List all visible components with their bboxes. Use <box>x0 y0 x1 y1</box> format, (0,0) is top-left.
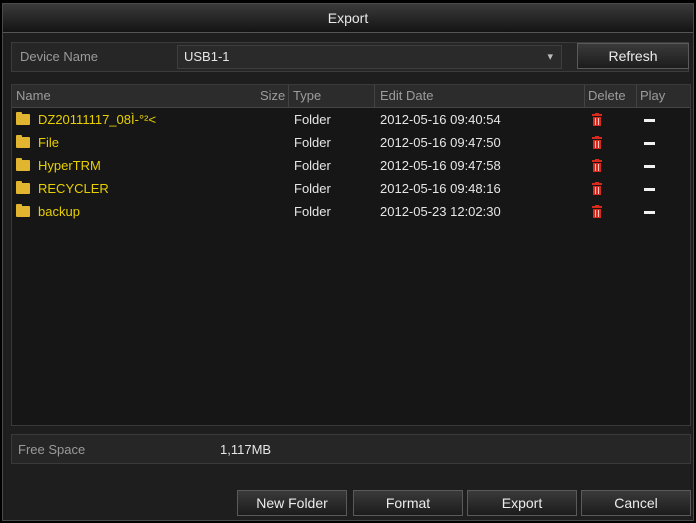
folder-icon <box>16 135 30 148</box>
file-list-header: Name Size Type Edit Date Delete Play <box>12 85 690 108</box>
column-delete: Delete <box>588 88 626 103</box>
file-name: RECYCLER <box>38 181 109 196</box>
export-button[interactable]: Export <box>467 490 577 516</box>
trash-icon[interactable] <box>592 113 602 126</box>
file-type: Folder <box>294 135 331 150</box>
device-select-value: USB1-1 <box>184 49 230 64</box>
table-row[interactable]: RECYCLER Folder 2012-05-16 09:48:16 <box>12 178 690 200</box>
column-name[interactable]: Name <box>16 88 51 103</box>
file-name: HyperTRM <box>38 158 101 173</box>
column-divider <box>636 85 637 107</box>
column-edit-date[interactable]: Edit Date <box>380 88 433 103</box>
refresh-button[interactable]: Refresh <box>577 43 689 69</box>
cancel-button[interactable]: Cancel <box>581 490 691 516</box>
device-name-label: Device Name <box>20 49 99 64</box>
file-type: Folder <box>294 181 331 196</box>
table-row[interactable]: HyperTRM Folder 2012-05-16 09:47:58 <box>12 155 690 177</box>
dialog-title: Export <box>3 4 693 33</box>
file-edit-date: 2012-05-16 09:40:54 <box>380 112 501 127</box>
file-edit-date: 2012-05-16 09:48:16 <box>380 181 501 196</box>
file-list: Name Size Type Edit Date Delete Play DZ2… <box>11 84 691 426</box>
file-name: DZ20111117_08Ì-°²< <box>38 112 157 127</box>
column-divider <box>374 85 375 107</box>
file-name: backup <box>38 204 80 219</box>
file-edit-date: 2012-05-16 09:47:58 <box>380 158 501 173</box>
export-dialog: Export Device Name USB1-1 ▾ Refresh Name… <box>2 3 694 521</box>
table-row[interactable]: backup Folder 2012-05-23 12:02:30 <box>12 201 690 223</box>
new-folder-button[interactable]: New Folder <box>237 490 347 516</box>
folder-icon <box>16 181 30 194</box>
column-type[interactable]: Type <box>293 88 321 103</box>
table-row[interactable]: DZ20111117_08Ì-°²< Folder 2012-05-16 09:… <box>12 109 690 131</box>
folder-icon <box>16 158 30 171</box>
play-disabled-icon <box>644 188 655 191</box>
table-row[interactable]: File Folder 2012-05-16 09:47:50 <box>12 132 690 154</box>
chevron-down-icon: ▾ <box>547 51 553 63</box>
column-size[interactable]: Size <box>260 88 285 103</box>
free-space-label: Free Space <box>18 442 86 457</box>
trash-icon[interactable] <box>592 182 602 195</box>
trash-icon[interactable] <box>592 136 602 149</box>
trash-icon[interactable] <box>592 159 602 172</box>
folder-icon <box>16 204 30 217</box>
play-disabled-icon <box>644 165 655 168</box>
file-type: Folder <box>294 158 331 173</box>
column-divider <box>288 85 289 107</box>
column-play: Play <box>640 88 666 103</box>
format-button[interactable]: Format <box>353 490 463 516</box>
play-disabled-icon <box>644 211 655 214</box>
file-type: Folder <box>294 204 331 219</box>
file-edit-date: 2012-05-16 09:47:50 <box>380 135 501 150</box>
file-type: Folder <box>294 112 331 127</box>
file-edit-date: 2012-05-23 12:02:30 <box>380 204 501 219</box>
column-divider <box>584 85 585 107</box>
play-disabled-icon <box>644 142 655 145</box>
trash-icon[interactable] <box>592 205 602 218</box>
free-space-row: Free Space 1,117MB <box>11 434 691 464</box>
free-space-value: 1,117MB <box>220 442 272 457</box>
play-disabled-icon <box>644 119 655 122</box>
file-name: File <box>38 135 59 150</box>
device-select[interactable]: USB1-1 ▾ <box>177 45 562 69</box>
folder-icon <box>16 112 30 125</box>
